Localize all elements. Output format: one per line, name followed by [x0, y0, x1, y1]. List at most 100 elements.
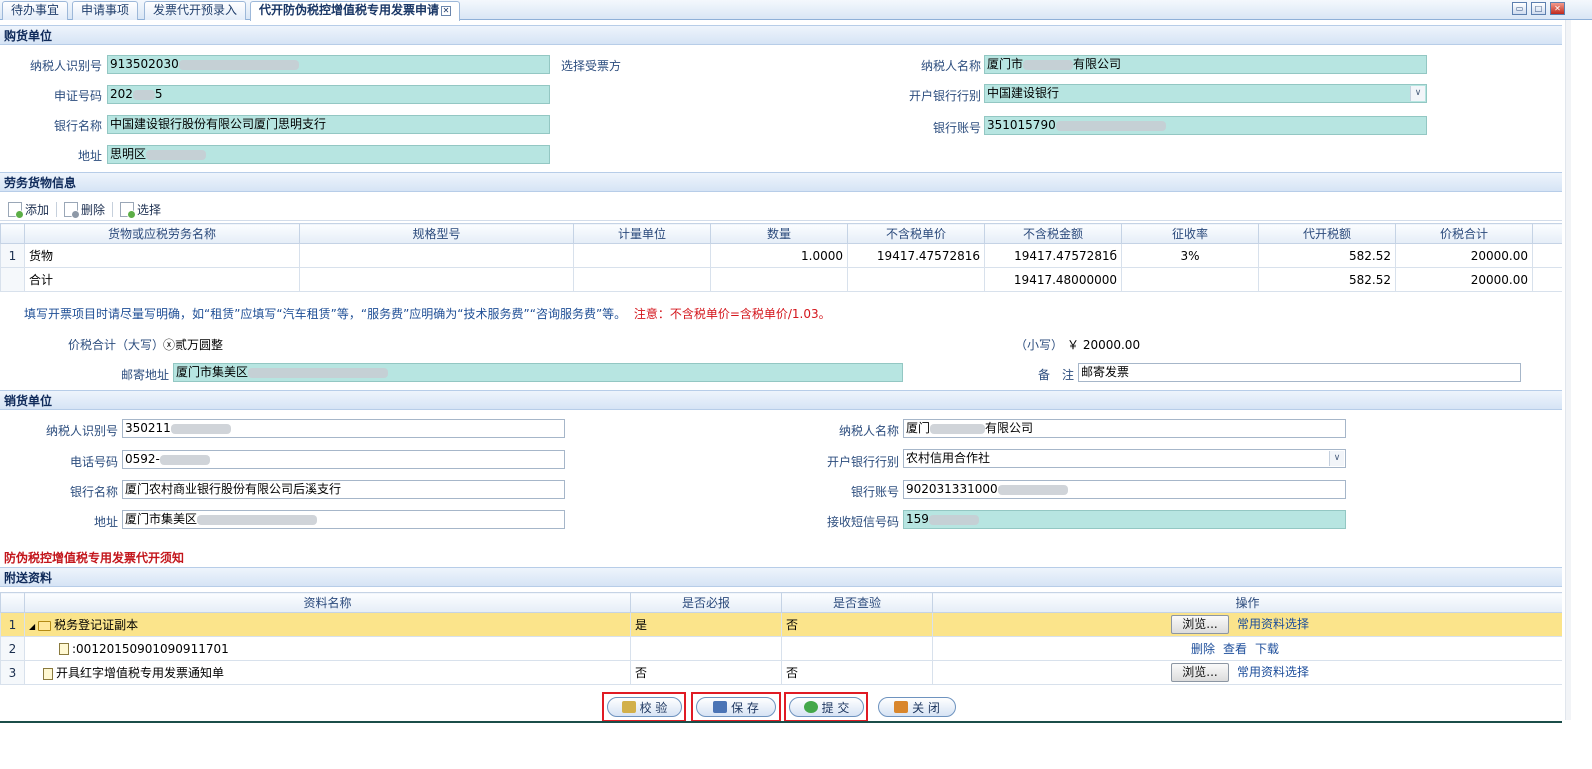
tab-close-icon[interactable]: ✕	[441, 5, 452, 16]
redacted-mask	[132, 89, 155, 100]
scrollbar-track[interactable]	[1565, 20, 1571, 720]
goods-table: 货物或应税劳务名称 规格型号 计量单位 数量 不含税单价 不含税金额 征收率 代…	[0, 223, 1563, 292]
browse-button[interactable]: 浏览...	[1171, 615, 1229, 634]
cell-unit[interactable]	[573, 243, 711, 268]
column-header[interactable]: 征收率	[1121, 223, 1259, 244]
buyer-account-field[interactable]: 351015790	[984, 116, 1427, 135]
redacted-mask	[928, 514, 979, 525]
seller-account-field[interactable]: 902031331000	[903, 480, 1346, 499]
column-header[interactable]: 计量单位	[573, 223, 711, 244]
notice-link[interactable]: 防伪税控增值税专用发票代开须知	[0, 548, 1562, 568]
seller-phone-label: 电话号码	[69, 455, 118, 469]
cell-required	[630, 636, 782, 661]
submit-button[interactable]: 提 交	[789, 697, 864, 717]
cell-amount[interactable]: 19417.4757281б	[984, 243, 1122, 268]
select-button[interactable]: 选择	[120, 201, 161, 219]
cell-price[interactable]: 19417.47572816	[847, 243, 985, 268]
column-header[interactable]: 规格型号	[299, 223, 574, 244]
column-header[interactable]: 是否必报	[630, 592, 782, 613]
buyer-account-label: 银行账号	[932, 121, 981, 135]
scale-icon	[621, 701, 636, 713]
select-drawer-link[interactable]: 选择受票方	[561, 57, 621, 74]
document-icon	[43, 667, 53, 680]
buyer-cert-field[interactable]: 202 5	[107, 85, 550, 104]
table-row[interactable]: 2 :00120150901090911701 删除 查看 下载	[0, 636, 1563, 661]
save-button[interactable]: 保 存	[696, 697, 776, 717]
common-docs-link[interactable]: 常用资料选择	[1237, 617, 1309, 631]
cell-doc-name: :00120150901090911701	[24, 636, 631, 661]
chevron-down-icon[interactable]: ∨	[1329, 451, 1344, 466]
common-docs-link[interactable]: 常用资料选择	[1237, 665, 1309, 679]
collapse-icon[interactable]: ◢	[29, 622, 35, 631]
tab-applications[interactable]: 申请事项	[72, 1, 139, 20]
cell-qty[interactable]: 1.0000	[710, 243, 848, 268]
cell-spec[interactable]	[299, 243, 574, 268]
tab-todo[interactable]: 待办事宜	[2, 1, 69, 20]
cell-actions: 删除 查看 下载	[932, 636, 1563, 661]
column-header[interactable]: 价税合计	[1395, 223, 1533, 244]
chevron-down-icon[interactable]: ∨	[1410, 86, 1425, 101]
toolbar-divider	[56, 202, 57, 217]
table-row[interactable]: 1 货物 1.0000 19417.47572816 19417.4757281…	[0, 243, 1563, 268]
seller-taxpayer-id-field[interactable]: 350211	[122, 419, 565, 438]
buyer-address-field[interactable]: 思明区	[107, 145, 550, 164]
column-header[interactable]: 是否查验	[781, 592, 933, 613]
buyer-taxpayer-id-field[interactable]: 913502030	[107, 55, 550, 74]
goods-toolbar: 添加 删除 选择	[0, 197, 1562, 221]
view-link[interactable]: 查看	[1223, 642, 1247, 656]
buyer-name-field[interactable]: 厦门市 有限公司	[984, 55, 1427, 74]
cell-name[interactable]: 货物	[24, 243, 300, 268]
sms-number-field[interactable]: 159	[903, 510, 1346, 529]
cell-unit	[573, 267, 711, 292]
buyer-bank-type-select[interactable]: 中国建设银行 ∨	[984, 84, 1427, 103]
maximize-icon[interactable]: □	[1531, 2, 1546, 15]
download-link[interactable]: 下载	[1255, 642, 1279, 656]
column-header[interactable]: 资料名称	[24, 592, 631, 613]
seller-bank-type-select[interactable]: 农村信用合作社 ∨	[903, 449, 1346, 468]
column-header[interactable]: 数量	[710, 223, 848, 244]
redacted-mask	[997, 484, 1068, 495]
seller-address-field[interactable]: 厦门市集美区	[122, 510, 565, 529]
tab-invoice-application[interactable]: 代开防伪税控增值税专用发票申请 ✕	[250, 1, 461, 21]
column-header[interactable]: 操作	[932, 592, 1563, 613]
cell-rate[interactable]: 3%	[1121, 243, 1259, 268]
restore-icon[interactable]: ▭	[1512, 2, 1527, 15]
bottom-divider	[0, 721, 1562, 723]
delete-link[interactable]: 删除	[1191, 642, 1215, 656]
toolbar-divider	[112, 202, 113, 217]
remark-field[interactable]: 邮寄发票	[1078, 363, 1521, 382]
column-header[interactable]: 代开税额	[1258, 223, 1396, 244]
table-row[interactable]: 3 开具红字增值税专用发票通知单 否 否 浏览... 常用资料选择	[0, 660, 1563, 685]
close-window-icon[interactable]: ✕	[1550, 2, 1565, 15]
tax-note: 注意：不含税单价=含税单价/1.03。	[633, 307, 831, 321]
buyer-address-label: 地址	[77, 149, 102, 163]
table-row[interactable]: 1 ◢ 税务登记证副本 是 否 浏览... 常用资料选择	[0, 612, 1563, 637]
delete-button[interactable]: 删除	[64, 201, 105, 219]
seller-bank-type-label: 开户银行行别	[826, 455, 899, 469]
row-number: 2	[0, 636, 25, 661]
cell-tax[interactable]: 582.52	[1258, 243, 1396, 268]
column-header[interactable]: 不含税金额	[984, 223, 1122, 244]
cell-actions: 浏览... 常用资料选择	[932, 612, 1563, 637]
add-button[interactable]: 添加	[8, 201, 49, 219]
redacted-mask	[197, 514, 318, 525]
mail-address-field[interactable]: 厦门市集美区	[173, 363, 903, 382]
cell-total: 20000.00	[1395, 267, 1533, 292]
buyer-bank-name-field[interactable]: 中国建设银行股份有限公司厦门思明支行	[107, 115, 550, 134]
scrollbar[interactable]	[1562, 20, 1592, 720]
seller-phone-field[interactable]: 0592-	[122, 450, 565, 469]
seller-taxpayer-id-label: 纳税人识别号	[45, 424, 118, 438]
seller-name-field[interactable]: 厦门 有限公司	[903, 419, 1346, 438]
seller-bank-name-field[interactable]: 厦门农村商业银行股份有限公司后溪支行	[122, 480, 565, 499]
browse-button[interactable]: 浏览...	[1171, 663, 1229, 682]
validate-button[interactable]: 校 验	[607, 697, 682, 717]
cell-doc-name[interactable]: ◢ 税务登记证副本	[24, 612, 631, 637]
redacted-mask	[146, 149, 207, 160]
tab-invoice-prerecord[interactable]: 发票代开预录入	[144, 1, 247, 20]
cell-total[interactable]: 20000.00	[1395, 243, 1533, 268]
cell-doc-name[interactable]: 开具红字增值税专用发票通知单	[24, 660, 631, 685]
close-button[interactable]: 关 闭	[878, 697, 956, 717]
column-header[interactable]: 货物或应税劳务名称	[24, 223, 300, 244]
column-header[interactable]: 不含税单价	[847, 223, 985, 244]
redacted-mask	[1055, 120, 1166, 131]
